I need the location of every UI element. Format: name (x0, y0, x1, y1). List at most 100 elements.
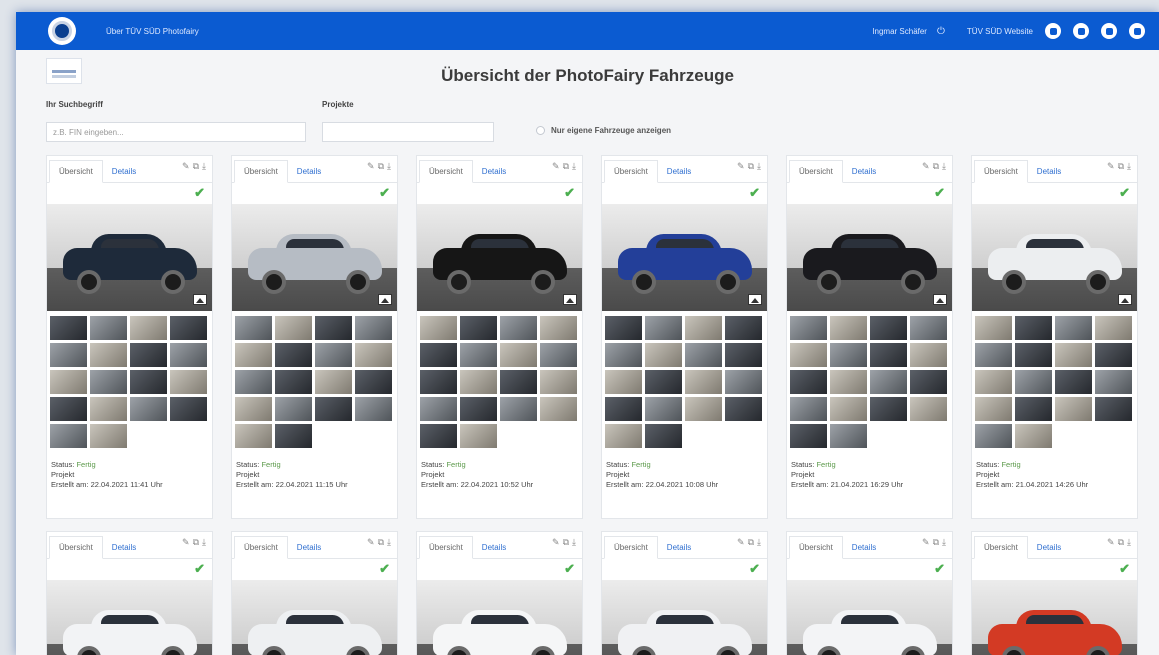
photo-thumbnail[interactable] (725, 316, 762, 340)
photo-thumbnail[interactable] (460, 397, 497, 421)
user-name[interactable]: Ingmar Schäfer (872, 27, 927, 36)
photo-thumbnail[interactable] (975, 343, 1012, 367)
photo-thumbnail[interactable] (645, 370, 682, 394)
photo-thumbnail[interactable] (420, 424, 457, 448)
photo-thumbnail[interactable] (315, 370, 352, 394)
photo-thumbnail[interactable] (170, 343, 207, 367)
tab-details[interactable]: Details (103, 161, 145, 182)
tab-overview[interactable]: Übersicht (974, 160, 1028, 183)
photo-thumbnail[interactable] (790, 316, 827, 340)
photo-thumbnail[interactable] (235, 343, 272, 367)
website-link[interactable]: TÜV SÜD Website (967, 27, 1033, 36)
image-icon[interactable] (563, 294, 577, 305)
tab-overview[interactable]: Übersicht (49, 160, 103, 183)
image-icon[interactable] (1118, 294, 1132, 305)
photo-thumbnail[interactable] (870, 397, 907, 421)
photo-thumbnail[interactable] (830, 370, 867, 394)
photo-thumbnail[interactable] (235, 397, 272, 421)
vehicle-card[interactable]: Übersicht Details ✎ ⧉ ⤓ ✔ Status: Fertig Projek… (46, 155, 213, 519)
photo-thumbnail[interactable] (645, 424, 682, 448)
photo-thumbnail[interactable] (500, 397, 537, 421)
tab-overview[interactable]: Übersicht (604, 536, 658, 559)
copy-icon[interactable]: ⧉ (193, 537, 199, 548)
photo-thumbnail[interactable] (605, 343, 642, 367)
vehicle-photo[interactable] (972, 204, 1137, 311)
vehicle-card[interactable]: Übersicht Details ✎ ⧉ ⤓ ✔ (786, 531, 953, 655)
vehicle-card[interactable]: Übersicht Details ✎ ⧉ ⤓ ✔ (46, 531, 213, 655)
photo-thumbnail[interactable] (685, 316, 722, 340)
tab-overview[interactable]: Übersicht (419, 160, 473, 183)
photo-thumbnail[interactable] (460, 316, 497, 340)
tab-details[interactable]: Details (1028, 537, 1070, 558)
tab-details[interactable]: Details (843, 161, 885, 182)
tab-details[interactable]: Details (658, 161, 700, 182)
photo-thumbnail[interactable] (1055, 370, 1092, 394)
photo-thumbnail[interactable] (870, 316, 907, 340)
photo-thumbnail[interactable] (235, 316, 272, 340)
image-icon[interactable] (933, 294, 947, 305)
vehicle-card[interactable]: Übersicht Details ✎ ⧉ ⤓ ✔ (971, 531, 1138, 655)
photo-thumbnail[interactable] (1095, 316, 1132, 340)
tab-overview[interactable]: Übersicht (974, 536, 1028, 559)
photo-thumbnail[interactable] (1055, 397, 1092, 421)
photo-thumbnail[interactable] (605, 397, 642, 421)
image-icon[interactable] (378, 294, 392, 305)
download-icon[interactable]: ⤓ (1127, 161, 1131, 172)
radio-icon[interactable] (536, 126, 545, 135)
edit-icon[interactable]: ✎ (922, 537, 930, 548)
search-input[interactable]: z.B. FIN eingeben... (46, 122, 306, 142)
vehicle-photo[interactable] (47, 204, 212, 311)
vehicle-photo[interactable] (972, 580, 1137, 655)
copy-icon[interactable]: ⧉ (933, 161, 939, 172)
project-select[interactable] (322, 122, 494, 142)
download-icon[interactable]: ⤓ (1127, 537, 1131, 548)
photo-thumbnail[interactable] (540, 316, 577, 340)
photo-thumbnail[interactable] (645, 316, 682, 340)
photo-thumbnail[interactable] (790, 343, 827, 367)
photo-thumbnail[interactable] (90, 370, 127, 394)
photo-thumbnail[interactable] (910, 370, 947, 394)
vehicle-card[interactable]: Übersicht Details ✎ ⧉ ⤓ ✔ (601, 531, 768, 655)
copy-icon[interactable]: ⧉ (748, 161, 754, 172)
photo-thumbnail[interactable] (1015, 397, 1052, 421)
vehicle-card[interactable]: Übersicht Details ✎ ⧉ ⤓ ✔ Status: Fertig Projek… (786, 155, 953, 519)
photo-thumbnail[interactable] (790, 397, 827, 421)
photo-thumbnail[interactable] (645, 343, 682, 367)
tab-details[interactable]: Details (288, 161, 330, 182)
photo-thumbnail[interactable] (420, 370, 457, 394)
youtube-icon[interactable] (1073, 23, 1089, 39)
photo-thumbnail[interactable] (540, 343, 577, 367)
photo-thumbnail[interactable] (130, 316, 167, 340)
photo-thumbnail[interactable] (90, 397, 127, 421)
twitter-icon[interactable] (1045, 23, 1061, 39)
photo-thumbnail[interactable] (355, 397, 392, 421)
vehicle-photo[interactable] (417, 580, 582, 655)
copy-icon[interactable]: ⧉ (193, 161, 199, 172)
vehicle-photo[interactable] (787, 204, 952, 311)
edit-icon[interactable]: ✎ (737, 161, 745, 172)
photo-thumbnail[interactable] (500, 343, 537, 367)
photo-thumbnail[interactable] (540, 397, 577, 421)
tab-overview[interactable]: Übersicht (789, 536, 843, 559)
download-icon[interactable]: ⤓ (757, 161, 761, 172)
vehicle-photo[interactable] (232, 204, 397, 311)
instagram-icon[interactable] (1129, 23, 1145, 39)
vehicle-photo[interactable] (417, 204, 582, 311)
photo-thumbnail[interactable] (725, 370, 762, 394)
photo-thumbnail[interactable] (910, 316, 947, 340)
logout-icon[interactable]: ⏻ (937, 26, 945, 37)
download-icon[interactable]: ⤓ (387, 161, 391, 172)
download-icon[interactable]: ⤓ (942, 537, 946, 548)
photo-thumbnail[interactable] (355, 316, 392, 340)
photo-thumbnail[interactable] (355, 370, 392, 394)
photo-thumbnail[interactable] (235, 424, 272, 448)
edit-icon[interactable]: ✎ (552, 537, 560, 548)
download-icon[interactable]: ⤓ (942, 161, 946, 172)
download-icon[interactable]: ⤓ (387, 537, 391, 548)
vehicle-photo[interactable] (47, 580, 212, 655)
photo-thumbnail[interactable] (275, 316, 312, 340)
photo-thumbnail[interactable] (830, 343, 867, 367)
photo-thumbnail[interactable] (355, 343, 392, 367)
vehicle-card[interactable]: Übersicht Details ✎ ⧉ ⤓ ✔ Status: Fertig Projek… (416, 155, 583, 519)
photo-thumbnail[interactable] (910, 343, 947, 367)
